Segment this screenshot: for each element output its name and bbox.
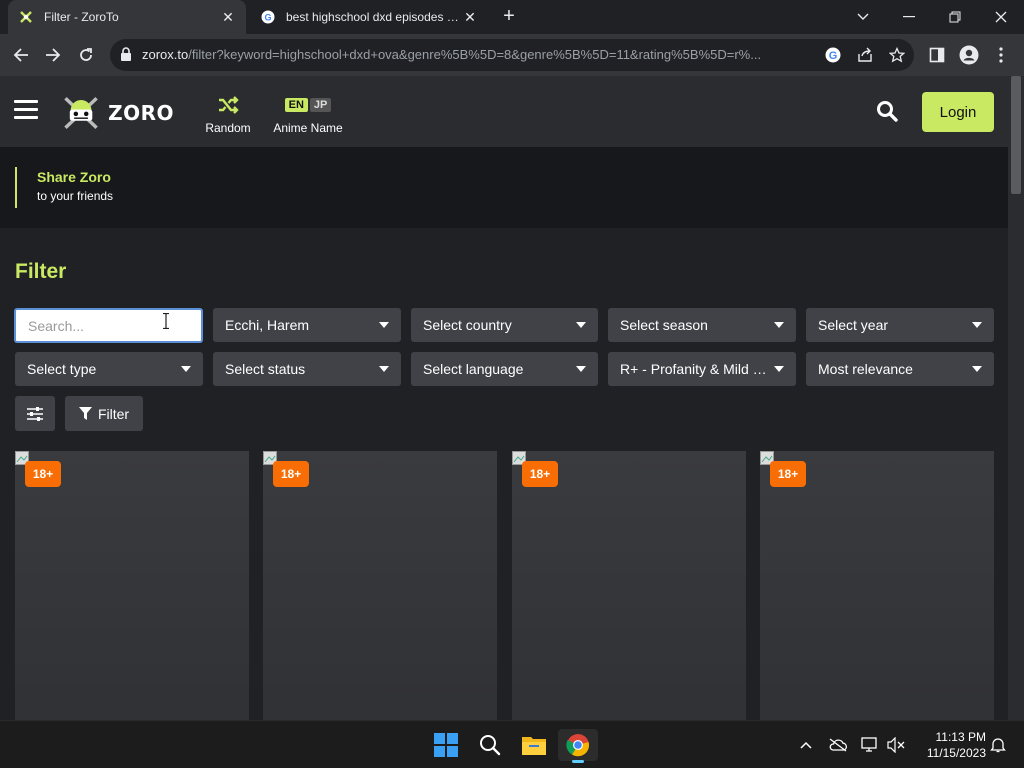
web-page: ZORO Random EN JP Anime Name Login Share… [0,76,1024,720]
svg-text:G: G [829,50,838,62]
advanced-settings-button[interactable] [15,396,55,431]
minimize-button[interactable] [886,0,932,34]
random-button[interactable]: Random [200,94,256,135]
url-text: zorox.to/filter?keyword=highschool+dxd+o… [142,47,762,62]
hamburger-menu-icon[interactable] [14,100,38,120]
volume-muted-icon[interactable] [886,735,906,755]
share-accent-bar [15,167,17,208]
side-panel-icon[interactable] [926,44,948,66]
browser-toolbar: zorox.to/filter?keyword=highschool+dxd+o… [0,34,1024,76]
notification-bell-icon[interactable] [988,735,1008,755]
random-label: Random [205,121,251,135]
result-card[interactable]: 18+ [760,451,994,720]
language-select[interactable]: Select language [411,352,598,386]
chevron-down-icon [972,366,982,372]
lock-icon[interactable] [120,47,134,63]
age-rating-badge: 18+ [522,461,558,487]
onedrive-offline-icon[interactable] [828,735,848,755]
search-input-wrapper[interactable] [14,308,203,343]
sliders-icon [27,406,43,421]
genre-select[interactable]: Ecchi, Harem [213,308,401,342]
network-icon[interactable] [860,735,880,755]
result-card[interactable]: 18+ [512,451,746,720]
tab-title: Filter - ZoroTo [44,10,119,24]
shuffle-icon [200,94,256,116]
tab-close-icon[interactable]: ✕ [462,9,478,25]
chevron-down-icon [576,322,586,328]
restore-button[interactable] [932,0,978,34]
type-select[interactable]: Select type [15,352,203,386]
chevron-down-icon [774,366,784,372]
anime-name-label: Anime Name [273,121,343,135]
google-lens-icon[interactable]: G [824,46,842,64]
sort-select[interactable]: Most relevance [806,352,994,386]
bookmark-star-icon[interactable] [888,46,906,64]
close-window-button[interactable] [978,0,1024,34]
site-logo[interactable]: ZORO [62,90,174,136]
result-card[interactable]: 18+ [263,451,497,720]
chrome-taskbar-icon[interactable] [558,729,598,763]
share-banner: Share Zoro to your friends [0,147,1008,228]
chevron-down-icon [972,322,982,328]
clock-time: 11:13 PM [935,730,986,744]
windows-taskbar: 11:13 PM 11/15/2023 [0,720,1024,768]
zoro-logo-icon [64,97,98,129]
tab-filter-zoroto[interactable]: Filter - ZoroTo ✕ [8,0,246,34]
clock-date: 11/15/2023 [926,746,986,760]
google-favicon-icon: G [260,9,276,25]
result-card[interactable]: 18+ [15,451,249,720]
zoro-favicon-icon [18,9,34,25]
forward-arrow-icon[interactable] [40,42,66,68]
file-explorer-icon[interactable] [518,729,550,761]
chevron-down-icon [774,322,784,328]
logo-text: ZORO [108,101,174,125]
show-hidden-icons-chevron-icon[interactable] [796,735,816,755]
back-arrow-icon[interactable] [8,42,34,68]
lang-en-option[interactable]: EN [284,98,308,112]
share-title: Share Zoro [37,169,111,185]
age-rating-badge: 18+ [25,461,61,487]
chevron-down-icon [379,322,389,328]
year-select[interactable]: Select year [806,308,994,342]
chevron-down-icon [576,366,586,372]
tab-search-chevron-icon[interactable] [840,0,886,34]
season-select[interactable]: Select season [608,308,796,342]
search-icon[interactable] [876,100,898,122]
profile-avatar-icon[interactable] [958,44,980,66]
search-icon[interactable] [474,729,506,761]
status-select[interactable]: Select status [213,352,401,386]
system-clock[interactable]: 11:13 PM 11/15/2023 [912,729,986,761]
chrome-menu-icon[interactable] [990,44,1012,66]
age-rating-badge: 18+ [770,461,806,487]
scrollbar-thumb[interactable] [1011,76,1021,194]
anime-name-language-toggle[interactable]: EN JP Anime Name [268,94,348,135]
lang-jp-option[interactable]: JP [309,98,332,112]
tab-google-search[interactable]: G best highschool dxd episodes - Google … [250,0,488,34]
chevron-down-icon [181,366,191,372]
text-cursor-icon [163,313,169,329]
site-header: ZORO Random EN JP Anime Name Login [0,76,1008,147]
browser-tab-strip: Filter - ZoroTo ✕ G best highschool dxd … [0,0,1024,34]
apply-filter-button[interactable]: Filter [65,396,143,431]
tab-close-icon[interactable]: ✕ [220,9,236,25]
share-icon[interactable] [856,46,874,64]
country-select[interactable]: Select country [411,308,598,342]
new-tab-button[interactable]: + [498,6,520,28]
svg-text:G: G [264,13,271,23]
reload-icon[interactable] [73,42,99,68]
login-button[interactable]: Login [922,92,994,132]
rating-select[interactable]: R+ - Profanity & Mild Nudity [608,352,796,386]
tab-title: best highschool dxd episodes - Google Se… [286,10,462,24]
filter-heading: Filter [15,260,67,283]
age-rating-badge: 18+ [273,461,309,487]
windows-start-icon[interactable] [430,729,462,761]
chevron-down-icon [379,366,389,372]
page-scrollbar[interactable] [1008,76,1024,720]
address-bar[interactable]: zorox.to/filter?keyword=highschool+dxd+o… [110,39,914,71]
funnel-icon [78,407,92,420]
share-subtitle: to your friends [37,189,114,203]
